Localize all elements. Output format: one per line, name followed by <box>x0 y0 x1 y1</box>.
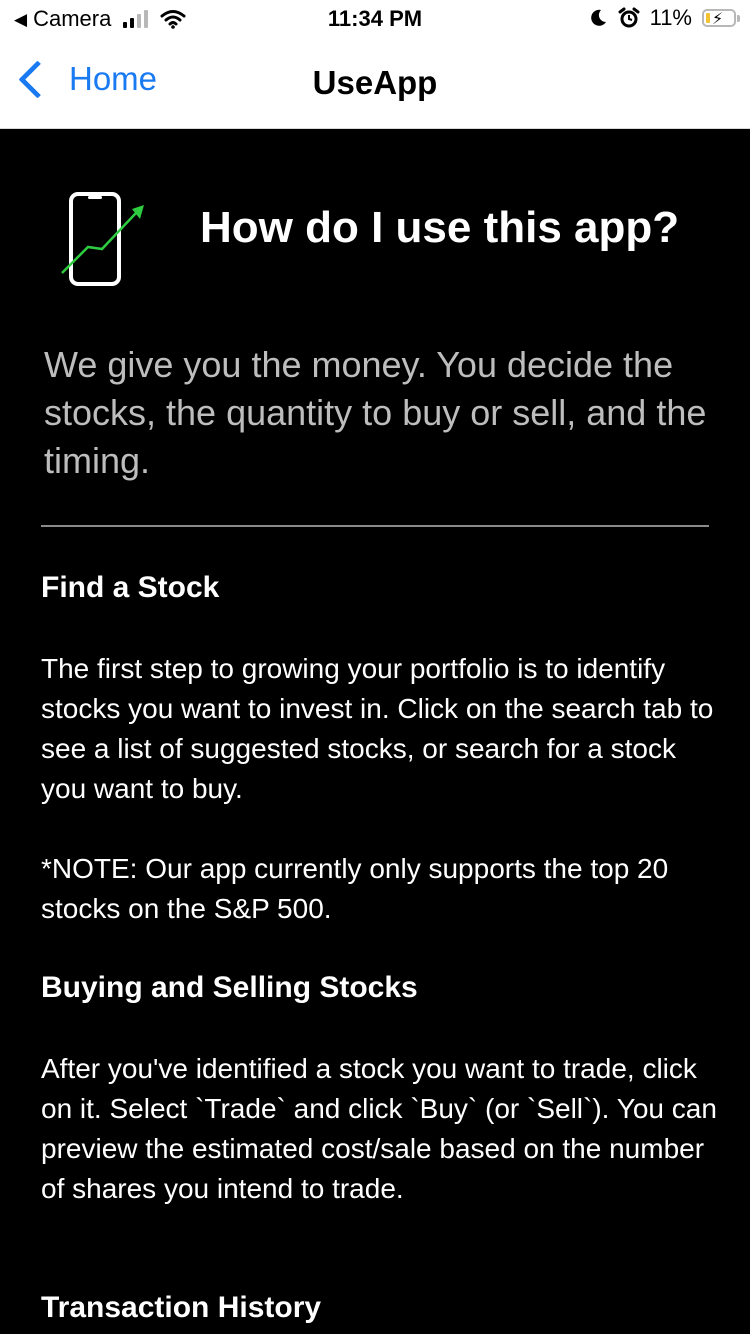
buying-and-selling-paragraph: After you've identified a stock you want… <box>41 1053 717 1204</box>
status-bar: ◀ Camera 11:34 PM 11% ⚡ <box>0 0 750 40</box>
battery-charging-icon: ⚡ <box>702 9 740 28</box>
battery-percent: 11% <box>649 5 692 30</box>
screen: ◀ Camera 11:34 PM 11% ⚡ Home UseApp How … <box>0 0 750 1334</box>
find-a-stock-paragraph: The first step to growing your portfolio… <box>41 653 714 804</box>
navigation-bar: Home UseApp <box>0 40 750 128</box>
divider <box>41 525 709 527</box>
top-bar: ◀ Camera 11:34 PM 11% ⚡ Home UseApp <box>0 0 750 129</box>
alarm-clock-icon <box>618 7 640 28</box>
status-right: 11% ⚡ <box>588 5 740 31</box>
phone-growth-icon <box>61 192 144 286</box>
section-heading-transaction-history: Transaction History <box>41 1291 322 1324</box>
section-heading-buying-and-selling: Buying and Selling Stocks <box>41 971 418 1004</box>
intro-text: We give you the money. You decide the st… <box>44 344 707 481</box>
find-a-stock-note: *NOTE: Our app currently only supports t… <box>41 853 669 924</box>
hero-title: How do I use this app? <box>200 203 680 252</box>
page-title: UseApp <box>312 64 438 101</box>
section-heading-find-a-stock: Find a Stock <box>41 571 220 604</box>
do-not-disturb-moon-icon <box>590 9 606 26</box>
